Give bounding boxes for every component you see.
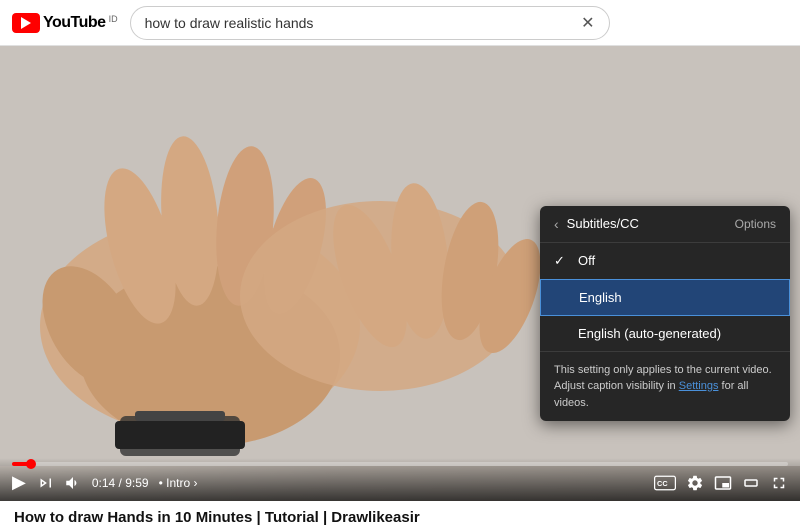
cc-icon: CC: [654, 475, 676, 491]
popup-header: ‹ Subtitles/CC Options: [540, 206, 790, 243]
video-controls: ▶ 0:14 / 9:59 • Intro › C: [0, 458, 800, 501]
skip-button[interactable]: [36, 474, 54, 492]
popup-note: This setting only applies to the current…: [540, 351, 790, 422]
time-total: 9:59: [125, 476, 148, 490]
miniplayer-icon: [714, 474, 732, 492]
progress-filled: [12, 462, 31, 466]
settings-icon: [686, 474, 704, 492]
subtitle-off-label: Off: [578, 253, 595, 268]
search-bar: ✕: [130, 6, 610, 40]
volume-icon: [64, 474, 82, 492]
miniplayer-button[interactable]: [714, 474, 732, 492]
subtitle-option-english-auto[interactable]: English (auto-generated): [540, 316, 790, 351]
subtitle-option-english[interactable]: English: [540, 279, 790, 316]
popup-back-icon[interactable]: ‹: [554, 216, 559, 232]
volume-button[interactable]: [64, 474, 82, 492]
play-button[interactable]: ▶: [12, 472, 26, 493]
time-display: 0:14 / 9:59: [92, 476, 149, 490]
skip-icon: [36, 474, 54, 492]
subtitles-popup: ‹ Subtitles/CC Options ✓ Off English Eng…: [540, 206, 790, 422]
header: YouTubeID ✕: [0, 0, 800, 46]
youtube-play-icon: [12, 13, 40, 33]
svg-text:CC: CC: [657, 479, 668, 488]
controls-row: ▶ 0:14 / 9:59 • Intro › C: [12, 472, 788, 493]
search-clear-icon[interactable]: ✕: [581, 13, 594, 33]
subtitles-button[interactable]: CC: [654, 475, 676, 491]
fullscreen-icon: [770, 474, 788, 492]
popup-title: Subtitles/CC: [567, 216, 727, 231]
search-input[interactable]: [145, 15, 574, 31]
popup-note-link[interactable]: Settings: [679, 380, 719, 392]
theater-button[interactable]: [742, 474, 760, 492]
fullscreen-button[interactable]: [770, 474, 788, 492]
youtube-badge: ID: [109, 14, 118, 24]
subtitle-english-label: English: [579, 290, 622, 305]
progress-dot: [26, 459, 36, 469]
theater-icon: [742, 474, 760, 492]
video-title-row: How to draw Hands in 10 Minutes | Tutori…: [0, 501, 800, 531]
subtitle-auto-label: English (auto-generated): [578, 326, 721, 341]
checkmark-off: ✓: [554, 253, 568, 269]
right-controls: CC: [654, 474, 788, 492]
time-current: 0:14: [92, 476, 115, 490]
settings-button[interactable]: [686, 474, 704, 492]
chapter-label: • Intro ›: [159, 476, 198, 490]
youtube-wordmark: YouTube: [43, 14, 106, 32]
progress-bar[interactable]: [12, 462, 788, 466]
video-player[interactable]: ‹ Subtitles/CC Options ✓ Off English Eng…: [0, 46, 800, 501]
subtitle-option-off[interactable]: ✓ Off: [540, 243, 790, 279]
video-title: How to draw Hands in 10 Minutes | Tutori…: [14, 509, 420, 526]
popup-options-link[interactable]: Options: [735, 217, 776, 231]
youtube-logo[interactable]: YouTubeID: [12, 13, 118, 33]
